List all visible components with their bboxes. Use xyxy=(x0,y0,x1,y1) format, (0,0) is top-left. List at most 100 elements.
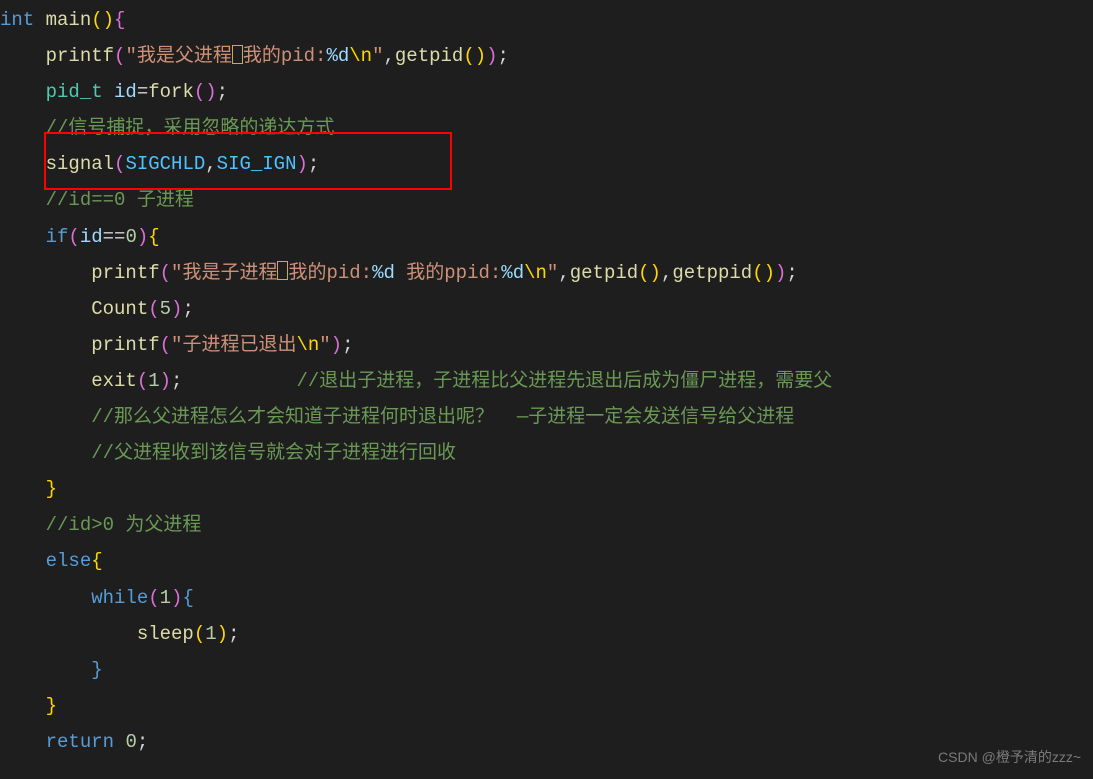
token-str: " xyxy=(547,262,558,284)
token-kw: return xyxy=(46,731,126,753)
token-cmt: //父进程收到该信号就会对子进程进行回收 xyxy=(91,442,456,464)
token-brace2: { xyxy=(91,550,102,572)
token-fn: getpid xyxy=(570,262,638,284)
code-line[interactable]: //父进程收到该信号就会对子进程进行回收 xyxy=(0,435,1093,471)
token-punct: ; xyxy=(308,153,319,175)
token-brace2: } xyxy=(46,478,57,500)
code-line[interactable]: sleep(1); xyxy=(0,616,1093,652)
token-brace: ( xyxy=(137,370,148,392)
token-punct xyxy=(103,81,114,103)
code-line[interactable]: //id==0 子进程 xyxy=(0,182,1093,218)
token-fn: getpid xyxy=(395,45,463,67)
code-line[interactable]: } xyxy=(0,471,1093,507)
token-cmt: //id>0 为父进程 xyxy=(46,514,202,536)
token-punct: ; xyxy=(171,370,182,392)
token-brace: ( xyxy=(160,334,171,356)
token-kw: if xyxy=(46,226,69,248)
code-line[interactable]: signal(SIGCHLD,SIG_IGN); xyxy=(0,146,1093,182)
token-str: "我是父进程 xyxy=(125,45,231,67)
token-cmt: //信号捕捉，采用忽略的递达方式 xyxy=(46,117,335,139)
token-num: 1 xyxy=(205,623,216,645)
code-line[interactable]: //id>0 为父进程 xyxy=(0,507,1093,543)
token-brace: ( xyxy=(160,262,171,284)
token-brace: ( xyxy=(114,45,125,67)
token-brace: ) xyxy=(171,298,182,320)
token-kw: else xyxy=(46,550,92,572)
token-brace: ) xyxy=(331,334,342,356)
code-line[interactable]: pid_t id=fork(); xyxy=(0,74,1093,110)
token-brace: ) xyxy=(171,587,182,609)
token-punct: == xyxy=(103,226,126,248)
token-kw: while xyxy=(91,587,148,609)
code-line[interactable]: printf("我是父进程我的pid:%d\n",getpid()); xyxy=(0,38,1093,74)
token-str: 我的pid: xyxy=(243,45,327,67)
token-kw: int xyxy=(0,9,46,31)
code-line[interactable]: int main(){ xyxy=(0,2,1093,38)
token-brace2: ( xyxy=(194,623,205,645)
code-line[interactable]: } xyxy=(0,688,1093,724)
token-fn: signal xyxy=(46,153,114,175)
code-line[interactable]: else{ xyxy=(0,543,1093,579)
token-brace: ) xyxy=(486,45,497,67)
token-brace: ( xyxy=(114,153,125,175)
token-punct: ; xyxy=(786,262,797,284)
token-fn: printf xyxy=(91,334,159,356)
token-cmt: //退出子进程，子进程比父进程先退出后成为僵尸进程，需要父 xyxy=(296,370,832,392)
token-brace2: () xyxy=(638,262,661,284)
token-num: 1 xyxy=(160,587,171,609)
token-brace2: } xyxy=(46,695,57,717)
token-brace: ) xyxy=(160,370,171,392)
token-punct: ; xyxy=(228,623,239,645)
token-punct: ; xyxy=(217,81,228,103)
token-brace2: \n xyxy=(349,45,372,67)
token-const: SIGCHLD xyxy=(125,153,205,175)
token-kw: { xyxy=(182,587,193,609)
token-punct xyxy=(182,370,296,392)
code-line[interactable]: exit(1); //退出子进程，子进程比父进程先退出后成为僵尸进程，需要父 xyxy=(0,363,1093,399)
token-cmt: //那么父进程怎么才会知道子进程何时退出呢？ —子进程一定会发送信号给父进程 xyxy=(91,406,794,428)
token-brace2: () xyxy=(752,262,775,284)
token-brace2: () xyxy=(91,9,114,31)
token-brace: ( xyxy=(68,226,79,248)
token-brace: ( xyxy=(148,298,159,320)
code-line[interactable]: if(id==0){ xyxy=(0,219,1093,255)
code-line[interactable]: //那么父进程怎么才会知道子进程何时退出呢？ —子进程一定会发送信号给父进程 xyxy=(0,399,1093,435)
token-punct: ; xyxy=(182,298,193,320)
token-punct: ; xyxy=(498,45,509,67)
watermark: CSDN @橙予清的zzz~ xyxy=(938,744,1081,771)
token-brace2: \n xyxy=(296,334,319,356)
token-kw: } xyxy=(91,659,102,681)
code-line[interactable]: //信号捕捉，采用忽略的递达方式 xyxy=(0,110,1093,146)
code-line[interactable]: } xyxy=(0,652,1093,688)
code-line[interactable]: while(1){ xyxy=(0,580,1093,616)
token-var: %d xyxy=(372,262,395,284)
token-str: 我的pid: xyxy=(288,262,372,284)
token-punct: , xyxy=(661,262,672,284)
token-str: 我的ppid: xyxy=(395,262,501,284)
token-str: "子进程已退出 xyxy=(171,334,296,356)
code-line[interactable]: printf("我是子进程我的pid:%d 我的ppid:%d\n",getpi… xyxy=(0,255,1093,291)
token-str: "我是子进程 xyxy=(171,262,277,284)
token-var: id xyxy=(114,81,137,103)
token-var: %d xyxy=(326,45,349,67)
ime-placeholder xyxy=(232,45,243,64)
token-fn: main xyxy=(46,9,92,31)
token-punct: ; xyxy=(342,334,353,356)
token-brace: ) xyxy=(775,262,786,284)
token-fn: sleep xyxy=(137,623,194,645)
token-fn: printf xyxy=(91,262,159,284)
token-brace2: ) xyxy=(217,623,228,645)
token-num: 1 xyxy=(148,370,159,392)
code-editor[interactable]: int main(){ printf("我是父进程我的pid:%d\n",get… xyxy=(0,2,1093,760)
code-line[interactable]: printf("子进程已退出\n"); xyxy=(0,327,1093,363)
token-type: pid_t xyxy=(46,81,103,103)
code-line[interactable]: Count(5); xyxy=(0,291,1093,327)
code-line[interactable]: return 0; xyxy=(0,724,1093,760)
token-num: 0 xyxy=(125,226,136,248)
token-brace: ) xyxy=(297,153,308,175)
token-brace: () xyxy=(194,81,217,103)
token-brace: { xyxy=(114,9,125,31)
token-brace2: { xyxy=(148,226,159,248)
ime-placeholder xyxy=(277,261,288,280)
token-brace: ) xyxy=(137,226,148,248)
